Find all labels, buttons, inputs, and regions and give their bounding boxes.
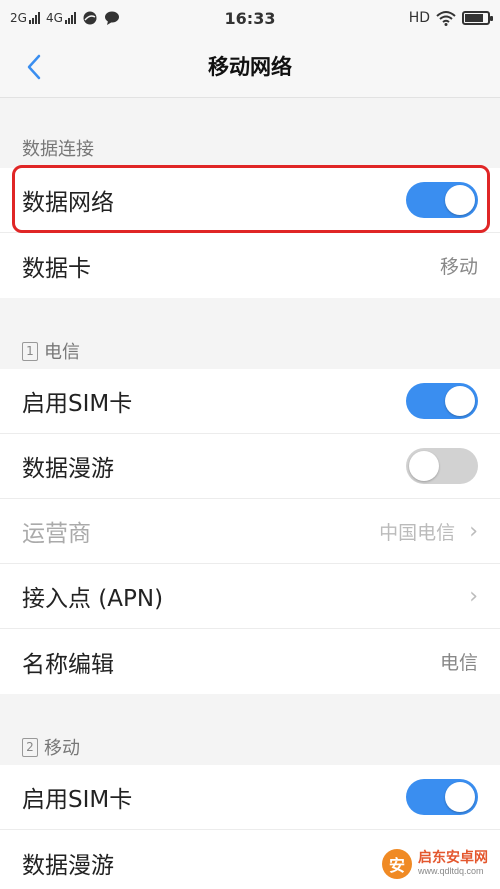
row-label: 运营商	[22, 521, 91, 547]
section-header-sim2: 2 移动	[0, 727, 500, 767]
section-header-data-connection: 数据连接	[0, 128, 500, 168]
data-network-toggle[interactable]	[406, 182, 478, 218]
toggle-knob	[445, 386, 475, 416]
enable-sim2-toggle[interactable]	[406, 779, 478, 815]
watermark-text: 启东安卓网 www.qdltdq.com	[418, 850, 488, 876]
group-data-connection: 数据网络 数据卡 移动	[0, 168, 500, 298]
row-label: 数据卡	[22, 255, 91, 282]
wifi-icon	[436, 11, 456, 26]
sim-card-icon: 2	[22, 737, 38, 757]
title-bar: 移动网络	[0, 36, 500, 98]
row-apn-sim1[interactable]: 接入点 (APN) ›	[0, 564, 500, 629]
battery-icon	[462, 11, 493, 25]
row-label: 接入点 (APN)	[22, 586, 164, 612]
row-label: 数据漫游	[22, 456, 114, 482]
section-title: 电信	[44, 342, 80, 363]
section-title: 移动	[44, 738, 80, 759]
row-label: 启用SIM卡	[22, 787, 133, 813]
network-type-2: 4G	[45, 11, 63, 25]
row-carrier-sim1[interactable]: 运营商 中国电信 ›	[0, 499, 500, 564]
sim-card-icon: 1	[22, 341, 38, 361]
signal-bars-icon	[64, 12, 76, 24]
status-left: 2G 4G	[10, 10, 120, 26]
watermark-url: www.qdltdq.com	[418, 865, 484, 876]
toggle-knob	[445, 185, 475, 215]
toggle-knob	[409, 451, 439, 481]
section-header-sim1: 1 电信	[0, 331, 500, 371]
row-label: 数据网络	[22, 190, 114, 216]
message-icon	[104, 11, 119, 25]
hd-indicator: HD	[408, 10, 430, 26]
chevron-right-icon: ›	[469, 583, 478, 609]
page-title: 移动网络	[208, 55, 292, 79]
row-enable-sim2[interactable]: 启用SIM卡	[0, 765, 500, 830]
group-sim1: 启用SIM卡 数据漫游 运营商 中国电信 › 接入点 (APN) › 名称编辑 …	[0, 369, 500, 694]
status-right: HD	[408, 10, 493, 26]
chevron-right-icon: ›	[469, 518, 478, 544]
toggle-knob	[445, 782, 475, 812]
row-data-network[interactable]: 数据网络	[0, 168, 500, 233]
watermark: 安 启东安卓网 www.qdltdq.com	[376, 845, 494, 883]
row-label: 名称编辑	[22, 651, 114, 678]
signal-2: 4G	[46, 11, 76, 25]
row-name-edit-sim1[interactable]: 名称编辑 电信	[0, 629, 500, 694]
row-value: 电信	[439, 652, 478, 674]
row-enable-sim1[interactable]: 启用SIM卡	[0, 369, 500, 434]
roaming-sim1-toggle[interactable]	[406, 448, 478, 484]
network-type-1: 2G	[10, 11, 27, 25]
row-roaming-sim1[interactable]: 数据漫游	[0, 434, 500, 499]
signal-bars-icon	[28, 12, 40, 24]
watermark-logo-icon: 安	[382, 849, 412, 879]
row-data-card[interactable]: 数据卡 移动	[0, 233, 500, 298]
signal-1: 2G	[10, 11, 40, 25]
watermark-name: 启东安卓网	[418, 850, 488, 867]
status-bar: 2G 4G 16:33 HD	[0, 0, 500, 36]
row-value: 移动	[439, 256, 478, 278]
row-value: 中国电信	[379, 521, 456, 544]
section-title: 数据连接	[22, 139, 94, 160]
row-label: 启用SIM卡	[22, 391, 133, 417]
enable-sim1-toggle[interactable]	[406, 383, 478, 419]
app-notification-icon	[83, 11, 97, 25]
